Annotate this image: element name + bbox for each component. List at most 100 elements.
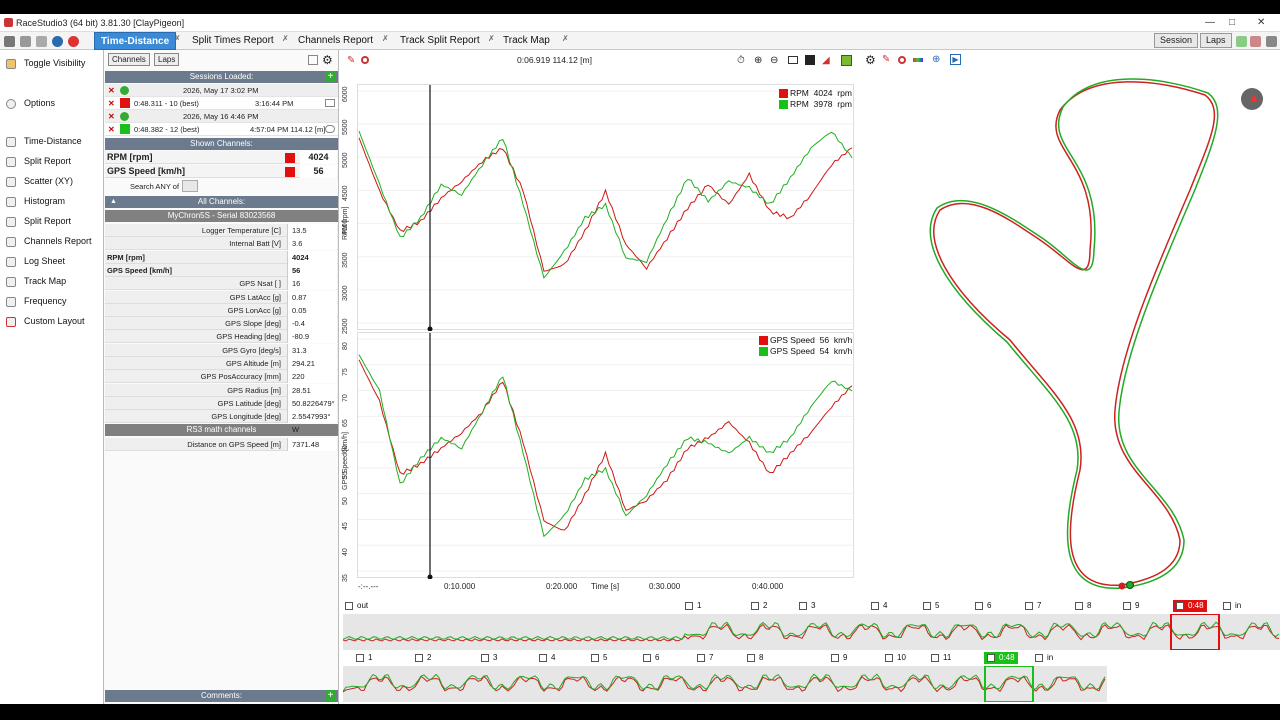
home-icon[interactable] [4,36,15,47]
lap-checkbox[interactable]: 0:48 [984,652,1018,664]
flag-icon[interactable] [1236,36,1247,47]
grid-icon[interactable] [841,55,852,66]
stopwatch-icon[interactable]: ⏱ [737,55,745,66]
color-swatch[interactable] [285,153,295,163]
lap-checkbox[interactable]: 1 [685,600,701,612]
session-lap-row[interactable]: ✕ 0:48.311 - 10 (best) 3:16:44 PM [105,97,338,110]
channel-row[interactable]: GPS LatAcc [g] 0.87 [105,290,338,304]
nav-options[interactable]: Options [6,96,100,110]
channel-row[interactable]: GPS Gyro [deg/s] 31.3 [105,343,338,357]
checkbox-icon[interactable] [1035,653,1043,662]
channel-row[interactable]: GPS Nsat [ ] 16 [105,277,338,291]
checkbox-icon[interactable] [799,601,807,610]
tab-close-icon[interactable]: ✗ [174,34,181,43]
search-input[interactable] [182,180,198,192]
checkbox-icon[interactable] [747,653,755,662]
speed-chart[interactable] [357,332,855,580]
tab-split-times-report[interactable]: Split Times Report [186,32,280,50]
info-icon[interactable] [52,36,63,47]
video-icon[interactable] [325,125,335,133]
lap-checkbox[interactable]: 11 [931,652,951,664]
channels-button[interactable]: Channels [108,53,150,66]
channel-row[interactable]: Internal Batt [V] 3.6 [105,237,338,251]
checkbox-icon[interactable] [539,653,547,662]
tab-close-icon[interactable]: ✗ [282,34,289,43]
shown-channel-row[interactable]: GPS Speed [km/h] 56 [105,165,338,178]
lap-checkbox[interactable]: 10 [885,652,906,664]
gps-icon[interactable] [308,55,318,65]
lap-checkbox[interactable]: 3 [799,600,815,612]
gear-icon[interactable]: ⚙ [322,54,333,66]
info-icon[interactable] [120,112,129,121]
cursor-handle[interactable] [427,326,433,332]
laps-tab-button[interactable]: Laps [154,53,180,66]
units-icon[interactable] [1250,36,1261,47]
tab-track-map[interactable]: Track Map [497,32,556,50]
lap-checkbox[interactable]: 9 [1123,600,1139,612]
checkbox-icon[interactable] [697,653,705,662]
pen-icon[interactable]: ✎ [347,55,355,66]
remove-session-icon[interactable]: ✕ [108,86,117,95]
lap-checkbox[interactable]: 6 [975,600,991,612]
tab-time-distance[interactable]: Time-Distance [94,32,177,50]
tab-close-icon[interactable]: ✗ [562,34,569,43]
video-icon[interactable] [325,99,335,107]
checkbox-icon[interactable] [1025,601,1033,610]
laps-strip-2[interactable] [342,665,1107,703]
record-icon[interactable] [361,56,369,64]
zoom-out-icon[interactable]: ⊖ [770,55,778,66]
checkbox-icon[interactable] [871,601,879,610]
checkbox-icon[interactable] [1223,601,1231,610]
lap-checkbox[interactable]: 9 [831,652,847,664]
lap-checkbox[interactable]: 5 [923,600,939,612]
nav-histogram[interactable]: Histogram [6,194,100,208]
selected-lap-box[interactable] [1170,613,1220,651]
add-comment-icon[interactable]: + [325,690,336,701]
nav-log-sheet[interactable]: Log Sheet [6,254,100,268]
channel-row[interactable]: GPS Heading [deg] -80.9 [105,330,338,344]
cursor-handle[interactable] [427,574,433,580]
checkbox-icon[interactable] [415,653,423,662]
checkbox-icon[interactable] [1075,601,1083,610]
lap-checkbox[interactable]: out [345,600,368,612]
color-swatch[interactable] [120,98,130,108]
lap-checkbox[interactable]: 4 [539,652,555,664]
rpm-chart[interactable] [357,84,855,332]
tab-close-icon[interactable]: ✗ [382,34,389,43]
nav-scatter[interactable]: Scatter (XY) [6,174,100,188]
track-map[interactable] [860,50,1280,595]
layers-icon[interactable] [788,56,798,64]
checkbox-icon[interactable] [885,653,893,662]
lap-checkbox[interactable]: 6 [643,652,659,664]
nav-custom-layout[interactable]: Custom Layout [6,314,100,328]
info-icon[interactable] [120,86,129,95]
minimize-icon[interactable]: — [1205,17,1215,28]
lap-checkbox[interactable]: in [1223,600,1241,612]
lap-checkbox[interactable]: 1 [356,652,372,664]
help-icon[interactable] [1266,36,1277,47]
laps-strip-1[interactable] [342,613,1280,651]
channel-row[interactable]: GPS Speed [km/h] 56 [105,263,338,277]
session-button[interactable]: Session [1154,33,1199,48]
checkbox-icon[interactable] [356,653,364,662]
channel-row[interactable]: GPS PosAccuracy [mm] 220 [105,370,338,384]
stop-icon[interactable] [68,36,79,47]
channel-row[interactable]: GPS Latitude [deg] 50.8226479° N [105,396,338,421]
tab-track-split-report[interactable]: Track Split Report [394,32,486,50]
checkbox-icon[interactable] [1176,601,1184,610]
maximize-icon[interactable]: □ [1229,17,1235,28]
ruler-icon[interactable]: ◢ [822,55,830,66]
color-swatch[interactable] [285,167,295,177]
checkbox-icon[interactable] [987,653,995,662]
nav-split-report-2[interactable]: Split Report [6,214,100,228]
channel-row[interactable]: GPS Radius [m] 28.51 [105,383,338,397]
lap-checkbox[interactable]: 4 [871,600,887,612]
nav-time-distance[interactable]: Time-Distance [6,134,100,148]
remove-lap-icon[interactable]: ✕ [108,99,117,108]
lap-checkbox[interactable]: 2 [751,600,767,612]
collapse-icon[interactable]: ▲ [110,198,117,205]
lap-checkbox[interactable]: 8 [1075,600,1091,612]
nav-track-map[interactable]: Track Map [6,274,100,288]
zoom-in-icon[interactable]: ⊕ [754,55,762,66]
lap-checkbox[interactable]: 3 [481,652,497,664]
